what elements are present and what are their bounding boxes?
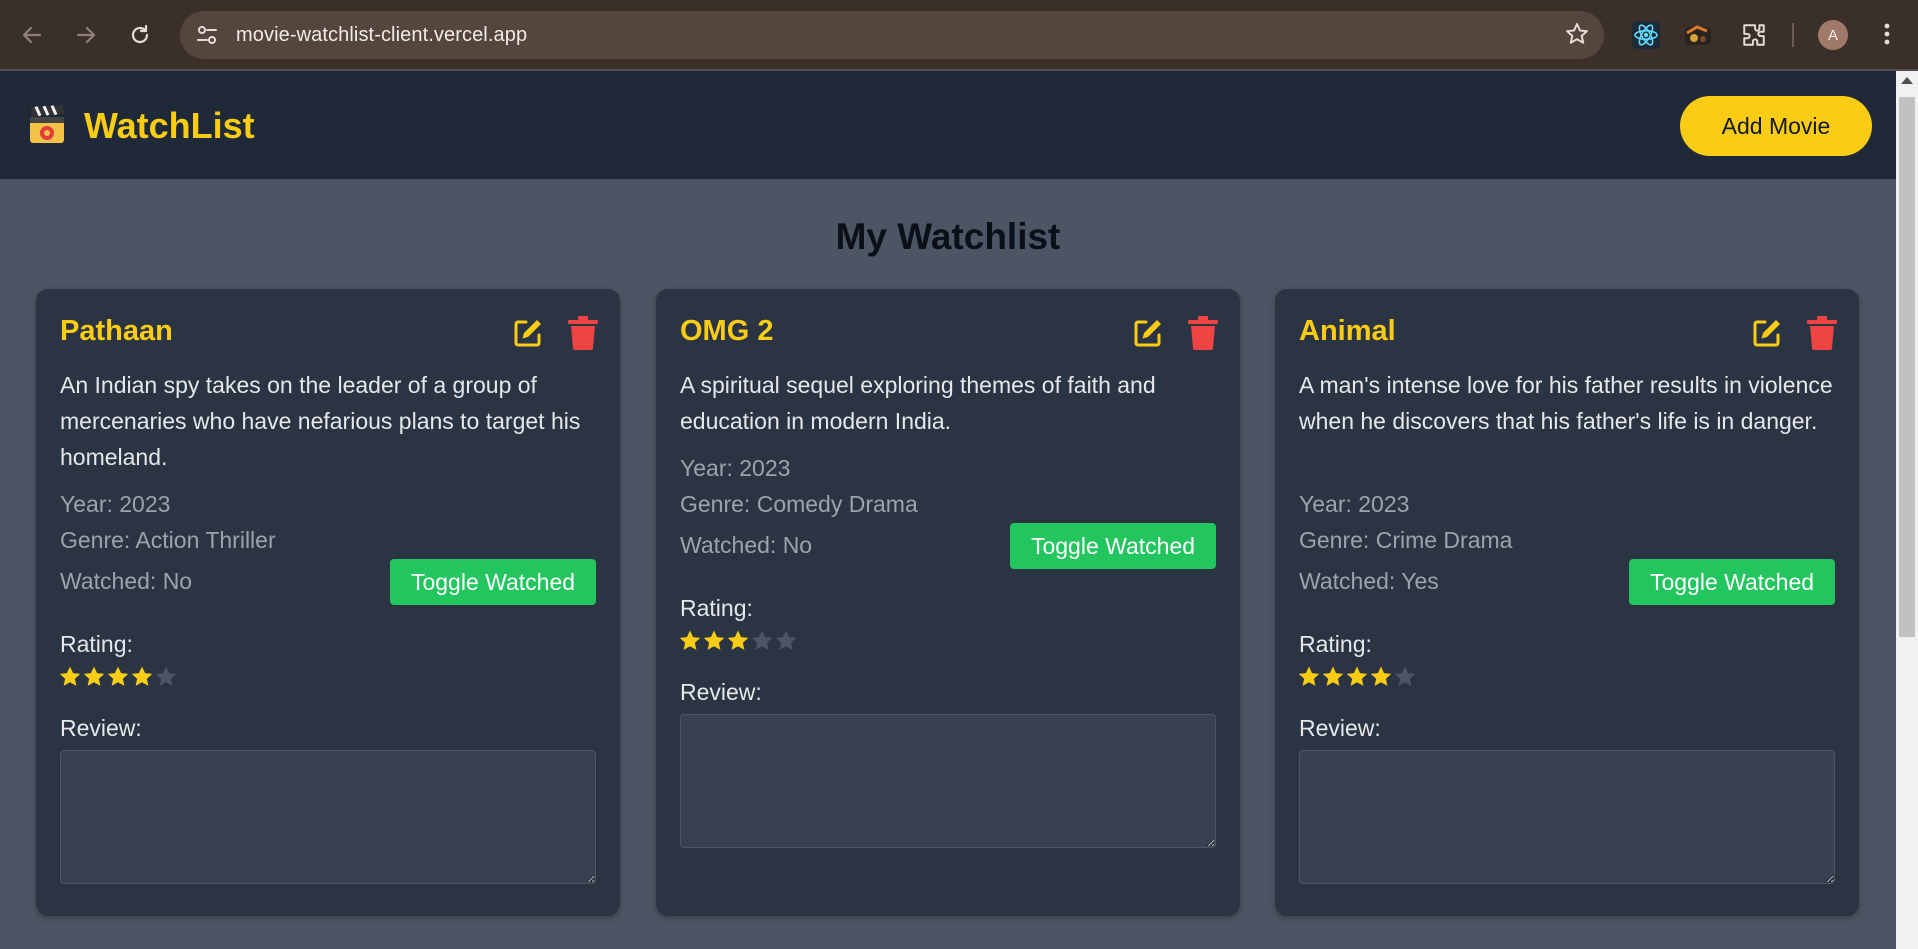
- add-movie-button[interactable]: Add Movie: [1680, 96, 1872, 156]
- star-filled-icon[interactable]: [678, 629, 702, 653]
- app-logo-title[interactable]: WatchList: [84, 105, 255, 147]
- profile-avatar[interactable]: A: [1818, 20, 1848, 50]
- browser-toolbar: movie-watchlist-client.vercel.app A: [0, 0, 1918, 70]
- star-empty-icon[interactable]: [750, 629, 774, 653]
- address-bar[interactable]: movie-watchlist-client.vercel.app: [180, 11, 1604, 59]
- clapperboard-icon: [27, 103, 67, 145]
- review-textarea[interactable]: [60, 750, 596, 884]
- extension-icon[interactable]: [1680, 17, 1716, 53]
- toggle-watched-button[interactable]: Toggle Watched: [1629, 559, 1835, 605]
- movie-genre: Genre: Comedy Drama: [680, 491, 918, 517]
- movie-card: Pathaan An Indian spy takes on the leade…: [36, 289, 620, 916]
- movie-description: A spiritual sequel exploring themes of f…: [680, 372, 1156, 434]
- edit-icon[interactable]: [1751, 317, 1783, 349]
- forward-arrow-icon[interactable]: [68, 17, 104, 53]
- star-filled-icon[interactable]: [1297, 665, 1321, 689]
- review-textarea[interactable]: [1299, 750, 1835, 884]
- review-label: Review:: [680, 679, 762, 705]
- bookmark-star-icon[interactable]: [1564, 21, 1590, 54]
- star-rating[interactable]: [1297, 665, 1417, 691]
- movie-card: Animal A man's intense love for his fath…: [1275, 289, 1859, 916]
- review-label: Review:: [1299, 715, 1381, 741]
- reload-icon[interactable]: [122, 17, 158, 53]
- star-rating[interactable]: [678, 629, 798, 655]
- star-filled-icon[interactable]: [82, 665, 106, 689]
- movie-genre: Genre: Crime Drama: [1299, 527, 1513, 553]
- star-rating[interactable]: [58, 665, 178, 691]
- movie-card: OMG 2 A spiritual sequel exploring theme…: [656, 289, 1240, 916]
- edit-icon[interactable]: [1132, 317, 1164, 349]
- rating-label: Rating:: [60, 631, 133, 657]
- more-menu-icon[interactable]: [1872, 16, 1902, 52]
- review-textarea[interactable]: [680, 714, 1216, 848]
- review-label: Review:: [60, 715, 142, 741]
- star-filled-icon[interactable]: [1369, 665, 1393, 689]
- star-filled-icon[interactable]: [726, 629, 750, 653]
- movie-year: Year: 2023: [60, 491, 171, 517]
- star-filled-icon[interactable]: [130, 665, 154, 689]
- page-title: My Watchlist: [835, 216, 1061, 257]
- trash-icon[interactable]: [1807, 316, 1837, 350]
- movie-genre: Genre: Action Thriller: [60, 527, 276, 553]
- movie-title: Pathaan: [60, 315, 173, 347]
- movie-year: Year: 2023: [1299, 491, 1410, 517]
- back-arrow-icon[interactable]: [14, 17, 50, 53]
- movie-title: OMG 2: [680, 315, 774, 347]
- react-devtools-icon[interactable]: [1628, 17, 1664, 53]
- movie-watched-status: Watched: No: [60, 568, 193, 594]
- toggle-watched-button[interactable]: Toggle Watched: [1010, 523, 1216, 569]
- url-text[interactable]: movie-watchlist-client.vercel.app: [236, 24, 527, 47]
- star-filled-icon[interactable]: [58, 665, 82, 689]
- page-scrollbar[interactable]: [1896, 71, 1918, 949]
- star-empty-icon[interactable]: [154, 665, 178, 689]
- star-empty-icon[interactable]: [1393, 665, 1417, 689]
- rating-label: Rating:: [680, 595, 753, 621]
- scrollbar-thumb[interactable]: [1899, 97, 1915, 637]
- trash-icon[interactable]: [1188, 316, 1218, 350]
- scroll-up-arrow-icon[interactable]: [1901, 77, 1913, 84]
- movie-year: Year: 2023: [680, 455, 791, 481]
- movie-watched-status: Watched: Yes: [1299, 568, 1439, 594]
- star-empty-icon[interactable]: [774, 629, 798, 653]
- movie-watched-status: Watched: No: [680, 532, 813, 558]
- toggle-watched-button[interactable]: Toggle Watched: [390, 559, 596, 605]
- star-filled-icon[interactable]: [702, 629, 726, 653]
- extensions-puzzle-icon[interactable]: [1736, 17, 1772, 53]
- star-filled-icon[interactable]: [106, 665, 130, 689]
- movie-description: A man's intense love for his father resu…: [1299, 372, 1833, 434]
- rating-label: Rating:: [1299, 631, 1372, 657]
- movie-title: Animal: [1299, 315, 1396, 347]
- star-filled-icon[interactable]: [1321, 665, 1345, 689]
- toolbar-divider: [1792, 23, 1794, 47]
- trash-icon[interactable]: [568, 316, 598, 350]
- app-header: WatchList Add Movie: [0, 71, 1896, 179]
- edit-icon[interactable]: [512, 317, 544, 349]
- movie-description: An Indian spy takes on the leader of a g…: [60, 372, 581, 470]
- site-settings-icon[interactable]: [194, 23, 220, 47]
- star-filled-icon[interactable]: [1345, 665, 1369, 689]
